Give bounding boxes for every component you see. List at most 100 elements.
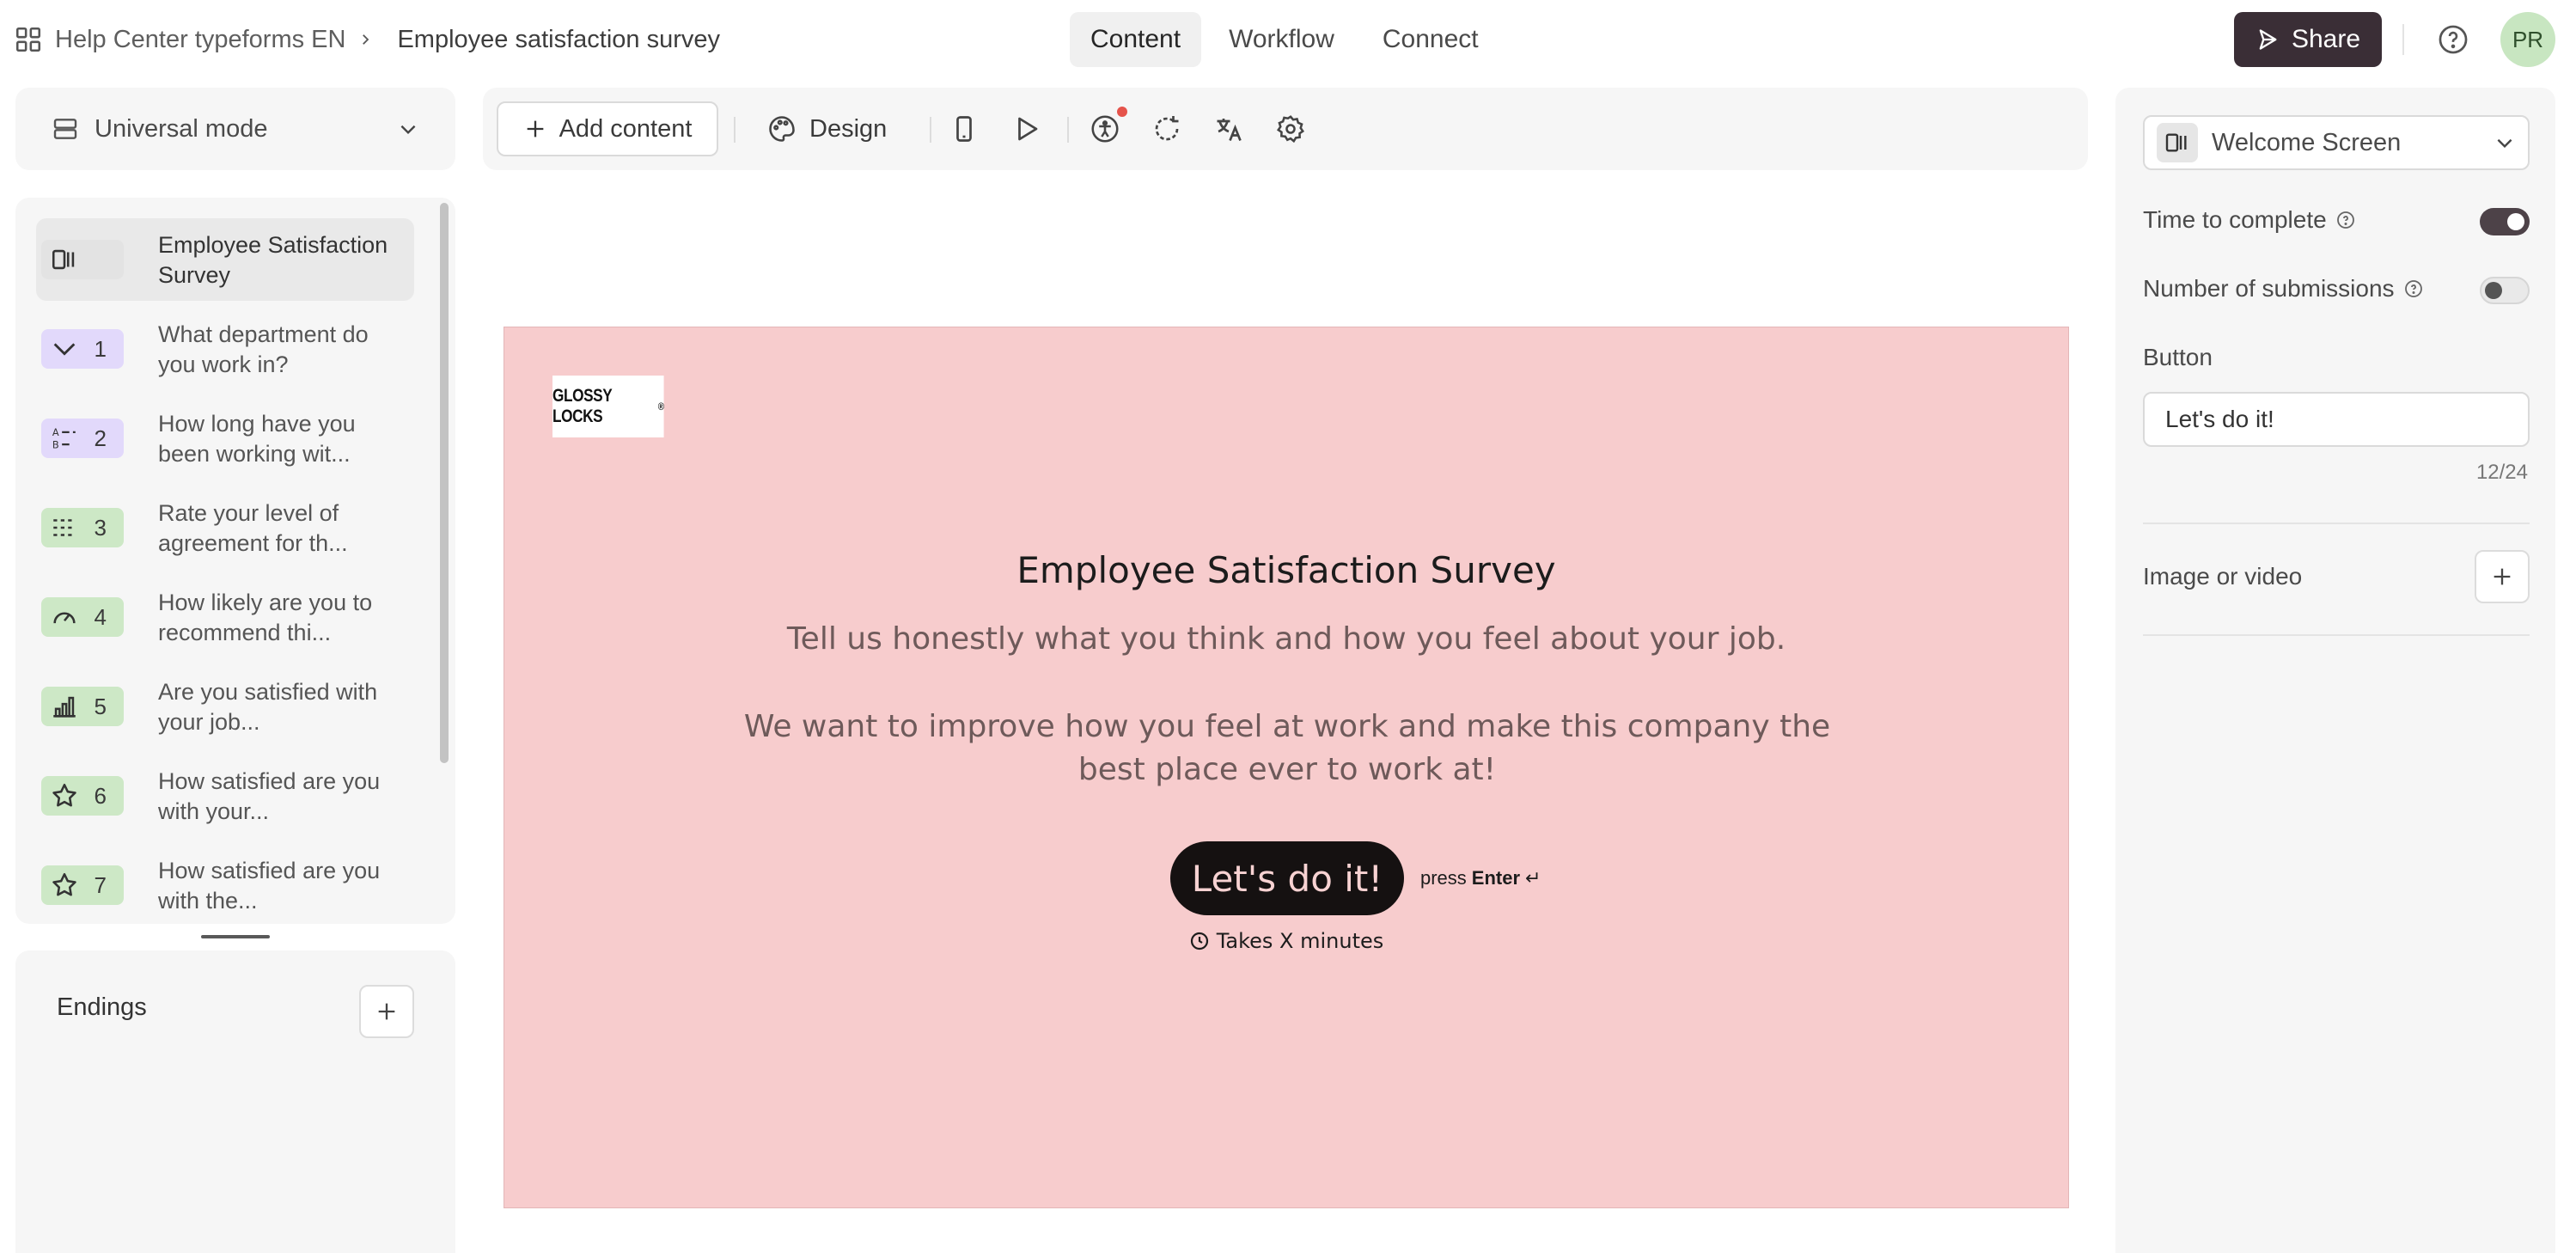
toggle-knob <box>2507 213 2524 230</box>
screen-type-select[interactable]: Welcome Screen <box>2143 115 2530 170</box>
add-content-label: Add content <box>559 114 693 143</box>
tab-content[interactable]: Content <box>1070 12 1202 67</box>
question-label: How satisfied are you with the... <box>158 858 381 914</box>
main-tabs: Content Workflow Connect <box>1070 12 1499 67</box>
add-media-button[interactable] <box>2475 550 2530 603</box>
matrix-icon <box>50 513 79 542</box>
accessibility-icon[interactable] <box>1090 113 1120 144</box>
character-counter: 12/24 <box>2475 461 2528 484</box>
tab-connect[interactable]: Connect <box>1362 12 1499 67</box>
apps-grid-icon[interactable] <box>14 25 43 54</box>
question-number: 3 <box>94 514 107 541</box>
submissions-label: Number of submissions <box>2143 275 2395 302</box>
scrollbar[interactable] <box>440 203 449 763</box>
question-label: Rate your level of agreement for th... <box>158 500 348 556</box>
layout-icon <box>52 115 95 143</box>
logic-refresh-icon[interactable] <box>1151 113 1182 144</box>
enter-key-text: Enter <box>1471 867 1521 889</box>
settings-panel: Welcome Screen Time to complete Number o… <box>2115 88 2555 1253</box>
time-to-complete-toggle[interactable] <box>2480 208 2530 235</box>
divider <box>2402 24 2404 55</box>
image-or-video-label: Image or video <box>2143 563 2303 590</box>
question-number: 5 <box>94 693 107 719</box>
svg-text:B: B <box>52 438 59 450</box>
submissions-setting: Number of submissions <box>2143 275 2424 303</box>
share-button[interactable]: Share <box>2234 12 2382 67</box>
breadcrumb: Help Center typeforms EN Employee satisf… <box>14 19 720 60</box>
time-to-complete-setting: Time to complete <box>2143 206 2356 234</box>
info-icon[interactable] <box>2335 210 2356 230</box>
workspace-link[interactable]: Help Center typeforms EN <box>55 26 345 54</box>
welcome-description[interactable]: We want to improve how you feel at work … <box>728 706 1847 792</box>
tab-workflow[interactable]: Workflow <box>1208 12 1355 67</box>
button-section-label: Button <box>2143 344 2213 370</box>
screen-type-label: Welcome Screen <box>2212 128 2402 156</box>
question-badge <box>41 240 124 279</box>
divider <box>734 117 736 143</box>
plus-icon <box>375 999 399 1024</box>
question-badge: 1 <box>41 329 124 369</box>
welcome-title[interactable]: Employee Satisfaction Survey <box>504 549 2068 591</box>
add-content-button[interactable]: Add content <box>497 101 718 156</box>
design-button[interactable]: Design <box>766 101 887 156</box>
gauge-icon <box>50 602 79 632</box>
question-number: 6 <box>94 782 107 809</box>
chevron-down-icon <box>2494 131 2516 154</box>
notification-dot <box>1117 107 1127 117</box>
top-bar: Help Center typeforms EN Employee satisf… <box>0 0 2576 79</box>
question-number: 7 <box>94 871 107 898</box>
start-button[interactable]: Let's do it! <box>1170 841 1404 915</box>
question-list[interactable]: Employee Satisfaction Survey 1 What depa… <box>15 198 455 924</box>
button-text-input[interactable]: Let's do it! <box>2143 392 2530 447</box>
star-icon <box>50 871 79 900</box>
question-label: Are you satisfied with your job... <box>158 679 378 735</box>
chevron-down-icon <box>397 118 419 140</box>
translate-icon[interactable] <box>1213 113 1244 144</box>
press-text: press <box>1420 867 1467 889</box>
design-label: Design <box>809 114 888 143</box>
resize-handle[interactable] <box>201 935 270 938</box>
clock-icon <box>1189 931 1210 951</box>
enter-hint: press Enter ↵ <box>1420 867 1541 889</box>
question-label: How long have you been working wit... <box>158 411 356 467</box>
divider <box>2143 523 2530 524</box>
mobile-preview-icon[interactable] <box>949 113 980 144</box>
question-label: Employee Satisfaction Survey <box>158 232 388 288</box>
star-icon <box>50 781 79 810</box>
info-icon[interactable] <box>2403 278 2424 299</box>
form-preview-canvas[interactable]: GLOSSY LOCKS ® Employee Satisfaction Surv… <box>504 327 2069 1208</box>
multiple-choice-icon: AB <box>50 424 79 453</box>
help-icon[interactable] <box>2437 23 2469 56</box>
submissions-toggle[interactable] <box>2480 277 2530 304</box>
toggle-knob <box>2485 282 2502 299</box>
question-number: 4 <box>94 603 107 630</box>
divider <box>930 117 931 143</box>
form-title[interactable]: Employee satisfaction survey <box>397 26 720 54</box>
logo-mark: ® <box>657 400 664 413</box>
question-badge: 4 <box>41 597 124 637</box>
welcome-screen-icon <box>50 245 79 274</box>
add-ending-button[interactable] <box>359 985 414 1038</box>
welcome-screen-icon <box>2157 123 2198 162</box>
logo-text: GLOSSY LOCKS <box>552 386 612 426</box>
avatar[interactable]: PR <box>2500 12 2555 67</box>
divider <box>2143 634 2530 636</box>
editor-toolbar: Add content Design <box>483 88 2088 170</box>
welcome-subtitle[interactable]: Tell us honestly what you think and how … <box>504 621 2068 657</box>
dropdown-chevron-icon <box>50 334 79 364</box>
mode-selector[interactable]: Universal mode <box>15 88 455 170</box>
settings-gear-icon[interactable] <box>1275 113 1306 144</box>
question-badge: 6 <box>41 776 124 816</box>
time-text: Takes X minutes <box>1216 929 1384 953</box>
play-icon[interactable] <box>1010 113 1041 144</box>
question-label: What department do you work in? <box>158 321 369 377</box>
plus-icon <box>523 117 547 141</box>
endings-label: Endings <box>57 993 147 1021</box>
time-to-complete-label: Time to complete <box>2143 206 2327 233</box>
question-label: How satisfied are you with your... <box>158 768 381 824</box>
endings-panel: Endings <box>15 950 455 1253</box>
enter-return-icon: ↵ <box>1525 867 1541 889</box>
question-badge: 3 <box>41 508 124 547</box>
time-to-complete: Takes X minutes <box>504 929 2068 953</box>
brand-logo: GLOSSY LOCKS ® <box>552 376 664 437</box>
